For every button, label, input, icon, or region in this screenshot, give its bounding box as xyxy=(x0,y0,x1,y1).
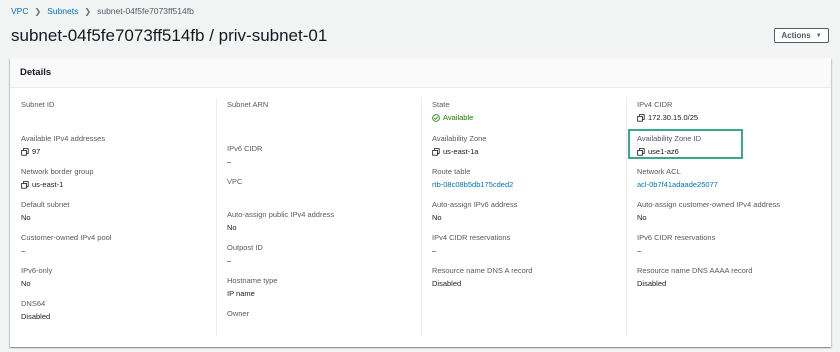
highlight-box xyxy=(628,129,743,159)
caret-down-icon: ▼ xyxy=(815,32,822,39)
field-value: IP name xyxy=(227,289,255,298)
field-ipv6-cidr-reservations: IPv6 CIDR reservations – xyxy=(637,233,715,255)
field-label: IPv6 CIDR reservations xyxy=(637,233,716,242)
field-dns-aaaa-record: Resource name DNS AAAA record Disabled xyxy=(637,266,752,288)
field-network-border-group: Network border group us-east-1 xyxy=(21,167,94,189)
field-ipv6-cidr: IPv6 CIDR – xyxy=(227,144,262,166)
field-route-table: Route table rtb-08c08b5db175cded2 xyxy=(432,167,513,189)
column-divider xyxy=(626,98,627,336)
field-value: us-east-1 xyxy=(21,180,94,189)
field-value: Disabled xyxy=(432,279,462,288)
field-default-subnet: Default subnet No xyxy=(21,200,69,222)
chevron-right-icon: ❯ xyxy=(34,6,42,16)
status-available: Available xyxy=(432,113,473,122)
field-customer-owned-ipv4-pool: Customer-owned IPv4 pool – xyxy=(21,233,111,255)
field-label: Network ACL xyxy=(637,167,681,176)
copy-icon[interactable] xyxy=(637,113,645,122)
field-subnet-arn: Subnet ARN xyxy=(227,100,268,109)
field-label: Default subnet xyxy=(21,200,70,209)
column-divider xyxy=(421,98,422,336)
field-owner: Owner xyxy=(227,309,249,318)
field-value: No xyxy=(21,279,31,288)
field-available-ipv4: Available IPv4 addresses 97 xyxy=(21,134,105,156)
field-label: Subnet ID xyxy=(21,100,55,109)
field-label: Available IPv4 addresses xyxy=(21,134,106,143)
field-value: – xyxy=(227,157,232,166)
page-title: subnet-04f5fe7073ff514fb / priv-subnet-0… xyxy=(11,26,328,45)
field-value: Disabled xyxy=(21,312,51,321)
field-label: IPv6 CIDR xyxy=(227,144,263,153)
field-value: 172.30.15.0/25 xyxy=(637,113,698,122)
field-value: – xyxy=(21,246,26,255)
column-divider xyxy=(216,98,217,336)
field-ipv6-only: IPv6-only No xyxy=(21,266,52,288)
field-label: VPC xyxy=(227,177,243,186)
field-label: DNS64 xyxy=(21,299,46,308)
field-network-acl: Network ACL acl-0b7f41adaade25077 xyxy=(637,167,718,189)
field-auto-assign-ipv6: Auto-assign IPv6 address No xyxy=(432,200,517,222)
field-label: IPv4 CIDR reservations xyxy=(432,233,511,242)
field-label: IPv6-only xyxy=(21,266,53,275)
field-state: State Available xyxy=(432,100,473,122)
breadcrumb: VPC ❯ Subnets ❯ subnet-04f5fe7073ff514fb xyxy=(11,6,194,16)
details-panel-header xyxy=(10,58,831,88)
breadcrumb-vpc-link[interactable]: VPC xyxy=(11,6,28,16)
field-ipv4-cidr: IPv4 CIDR 172.30.15.0/25 xyxy=(637,100,698,122)
field-value: 97 xyxy=(21,147,105,156)
route-table-link[interactable]: rtb-08c08b5db175cded2 xyxy=(432,180,513,189)
field-label: Resource name DNS A record xyxy=(432,266,533,275)
field-dns64: DNS64 Disabled xyxy=(21,299,50,321)
field-label: Network border group xyxy=(21,167,94,176)
field-value: – xyxy=(637,246,642,255)
field-value: Disabled xyxy=(637,279,667,288)
details-title: Details xyxy=(20,67,52,78)
field-value: No xyxy=(21,213,31,222)
field-label: Customer-owned IPv4 pool xyxy=(21,233,112,242)
breadcrumb-current: subnet-04f5fe7073ff514fb xyxy=(97,6,194,16)
network-acl-link[interactable]: acl-0b7f41adaade25077 xyxy=(637,180,718,189)
field-value: No xyxy=(227,223,237,232)
field-outpost-id: Outpost ID – xyxy=(227,243,263,265)
field-label: Availability Zone xyxy=(432,134,487,143)
field-ipv4-cidr-reservations: IPv4 CIDR reservations – xyxy=(432,233,510,255)
field-hostname-type: Hostname type IP name xyxy=(227,276,277,298)
field-availability-zone: Availability Zone us-east-1a xyxy=(432,134,486,156)
field-value: No xyxy=(637,213,647,222)
field-label: Subnet ARN xyxy=(227,100,269,109)
field-label: Owner xyxy=(227,309,250,318)
field-label: Auto-assign IPv6 address xyxy=(432,200,518,209)
actions-label: Actions xyxy=(781,31,811,40)
chevron-right-icon: ❯ xyxy=(84,6,92,16)
field-subnet-id: Subnet ID xyxy=(21,100,54,109)
field-label: Hostname type xyxy=(227,276,278,285)
field-vpc: VPC xyxy=(227,177,242,186)
field-auto-assign-public-ipv4: Auto-assign public IPv4 address No xyxy=(227,210,334,232)
field-label: Route table xyxy=(432,167,471,176)
field-label: Outpost ID xyxy=(227,243,263,252)
field-dns-a-record: Resource name DNS A record Disabled xyxy=(432,266,532,288)
field-value: – xyxy=(227,256,232,265)
field-value: – xyxy=(432,246,437,255)
field-auto-assign-customer-owned-ipv4: Auto-assign customer-owned IPv4 address … xyxy=(637,200,780,222)
copy-icon[interactable] xyxy=(432,147,440,156)
copy-icon[interactable] xyxy=(21,147,29,156)
check-circle-icon xyxy=(432,113,440,122)
field-value: No xyxy=(432,213,442,222)
copy-icon[interactable] xyxy=(21,180,29,189)
breadcrumb-subnets-link[interactable]: Subnets xyxy=(47,6,78,16)
actions-button[interactable]: Actions ▼ xyxy=(774,28,829,43)
field-label: Auto-assign customer-owned IPv4 address xyxy=(637,200,780,209)
field-value: us-east-1a xyxy=(432,147,486,156)
field-label: Auto-assign public IPv4 address xyxy=(227,210,335,219)
field-label: IPv4 CIDR xyxy=(637,100,673,109)
field-label: State xyxy=(432,100,450,109)
field-label: Resource name DNS AAAA record xyxy=(637,266,753,275)
